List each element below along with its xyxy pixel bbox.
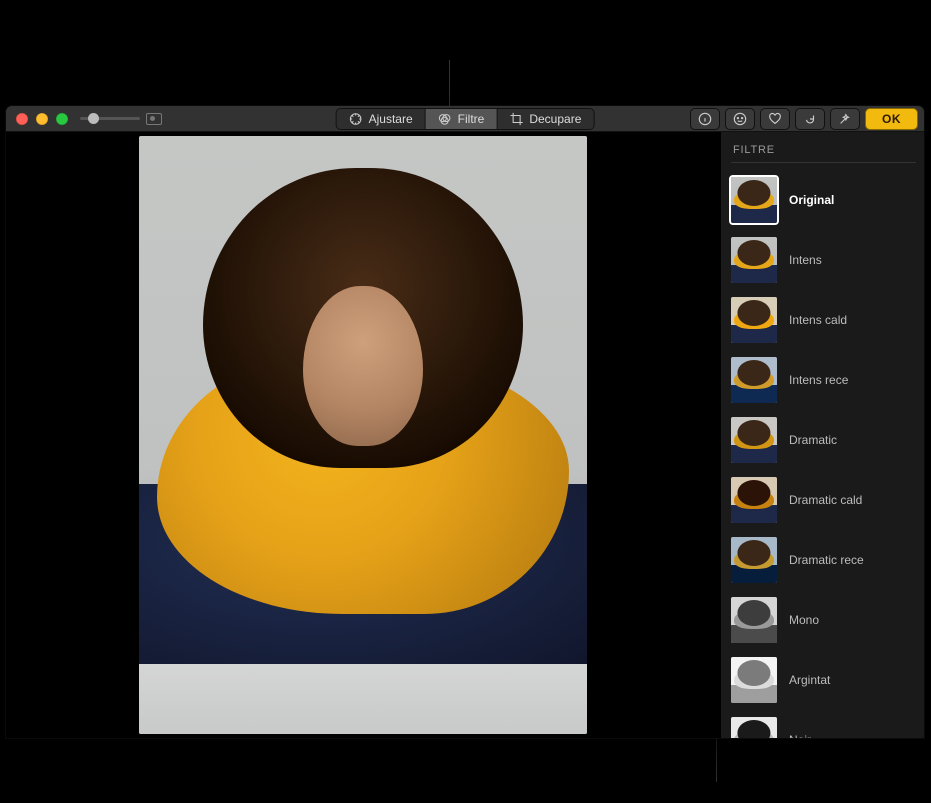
info-button[interactable] — [690, 108, 720, 130]
filter-option-orig[interactable]: Original — [731, 173, 916, 233]
filters-icon — [438, 112, 452, 126]
filter-option-mono[interactable]: Mono — [731, 593, 916, 653]
tab-crop-label: Decupare — [529, 112, 581, 126]
auto-enhance-button[interactable] — [830, 108, 860, 130]
tab-adjust-label: Ajustare — [369, 112, 413, 126]
filters-sidebar-title: FILTRE — [731, 140, 916, 163]
filter-thumbnail — [731, 717, 777, 738]
filter-thumbnail — [731, 657, 777, 703]
thumbnails-toggle-icon[interactable] — [146, 113, 162, 125]
filter-label: Mono — [789, 613, 819, 627]
filter-option-warm[interactable]: Intens cald — [731, 293, 916, 353]
fullscreen-button[interactable] — [56, 113, 68, 125]
filter-option-cool[interactable]: Intens rece — [731, 353, 916, 413]
filter-thumbnail — [731, 597, 777, 643]
filter-option-silv[interactable]: Argintat — [731, 653, 916, 713]
done-button[interactable]: OK — [865, 108, 918, 130]
tab-adjust[interactable]: Ajustare — [337, 109, 426, 129]
tab-crop[interactable]: Decupare — [497, 109, 593, 129]
filter-option-dram[interactable]: Dramatic — [731, 413, 916, 473]
edit-mode-tabs: Ajustare Filtre Decupare — [336, 108, 595, 130]
filter-option-noir[interactable]: Noir — [731, 713, 916, 738]
filter-label: Intens — [789, 253, 822, 267]
filter-label: Noir — [789, 733, 811, 738]
zoom-track[interactable] — [80, 117, 140, 120]
filter-label: Argintat — [789, 673, 830, 687]
crop-icon — [509, 112, 523, 126]
minimize-button[interactable] — [36, 113, 48, 125]
filter-thumbnail — [731, 357, 777, 403]
toolbar-right: OK — [690, 108, 918, 130]
filter-label: Dramatic rece — [789, 553, 864, 567]
faces-button[interactable] — [725, 108, 755, 130]
filter-thumbnail — [731, 237, 777, 283]
adjust-icon — [349, 112, 363, 126]
rotate-button[interactable] — [795, 108, 825, 130]
filter-thumbnail — [731, 177, 777, 223]
window-controls — [6, 113, 68, 125]
filter-option-drec[interactable]: Dramatic rece — [731, 533, 916, 593]
photo-canvas-area — [6, 132, 720, 738]
filter-option-vivid[interactable]: Intens — [731, 233, 916, 293]
zoom-thumb[interactable] — [88, 113, 99, 124]
filter-label: Dramatic — [789, 433, 837, 447]
filter-option-dwar[interactable]: Dramatic cald — [731, 473, 916, 533]
window-titlebar: Ajustare Filtre Decupare — [6, 106, 924, 132]
filter-label: Original — [789, 193, 834, 207]
filter-label: Intens rece — [789, 373, 848, 387]
tab-filters[interactable]: Filtre — [426, 109, 498, 129]
filter-thumbnail — [731, 477, 777, 523]
filter-thumbnail — [731, 417, 777, 463]
filters-list: Original Intens Intens cald Intens rece Dram… — [731, 173, 916, 738]
done-button-label: OK — [882, 112, 901, 126]
favorite-button[interactable] — [760, 108, 790, 130]
zoom-slider[interactable] — [80, 113, 162, 125]
callout-line-top — [449, 60, 450, 108]
filter-thumbnail — [731, 297, 777, 343]
tab-filters-label: Filtre — [458, 112, 485, 126]
filter-label: Dramatic cald — [789, 493, 862, 507]
filter-thumbnail — [731, 537, 777, 583]
edited-photo[interactable] — [139, 136, 587, 734]
filters-sidebar: FILTRE Original Intens Intens cald Intens r… — [720, 132, 924, 738]
filter-label: Intens cald — [789, 313, 847, 327]
close-button[interactable] — [16, 113, 28, 125]
editor-content: FILTRE Original Intens Intens cald Intens r… — [6, 132, 924, 738]
photos-edit-window: Ajustare Filtre Decupare — [6, 106, 924, 738]
